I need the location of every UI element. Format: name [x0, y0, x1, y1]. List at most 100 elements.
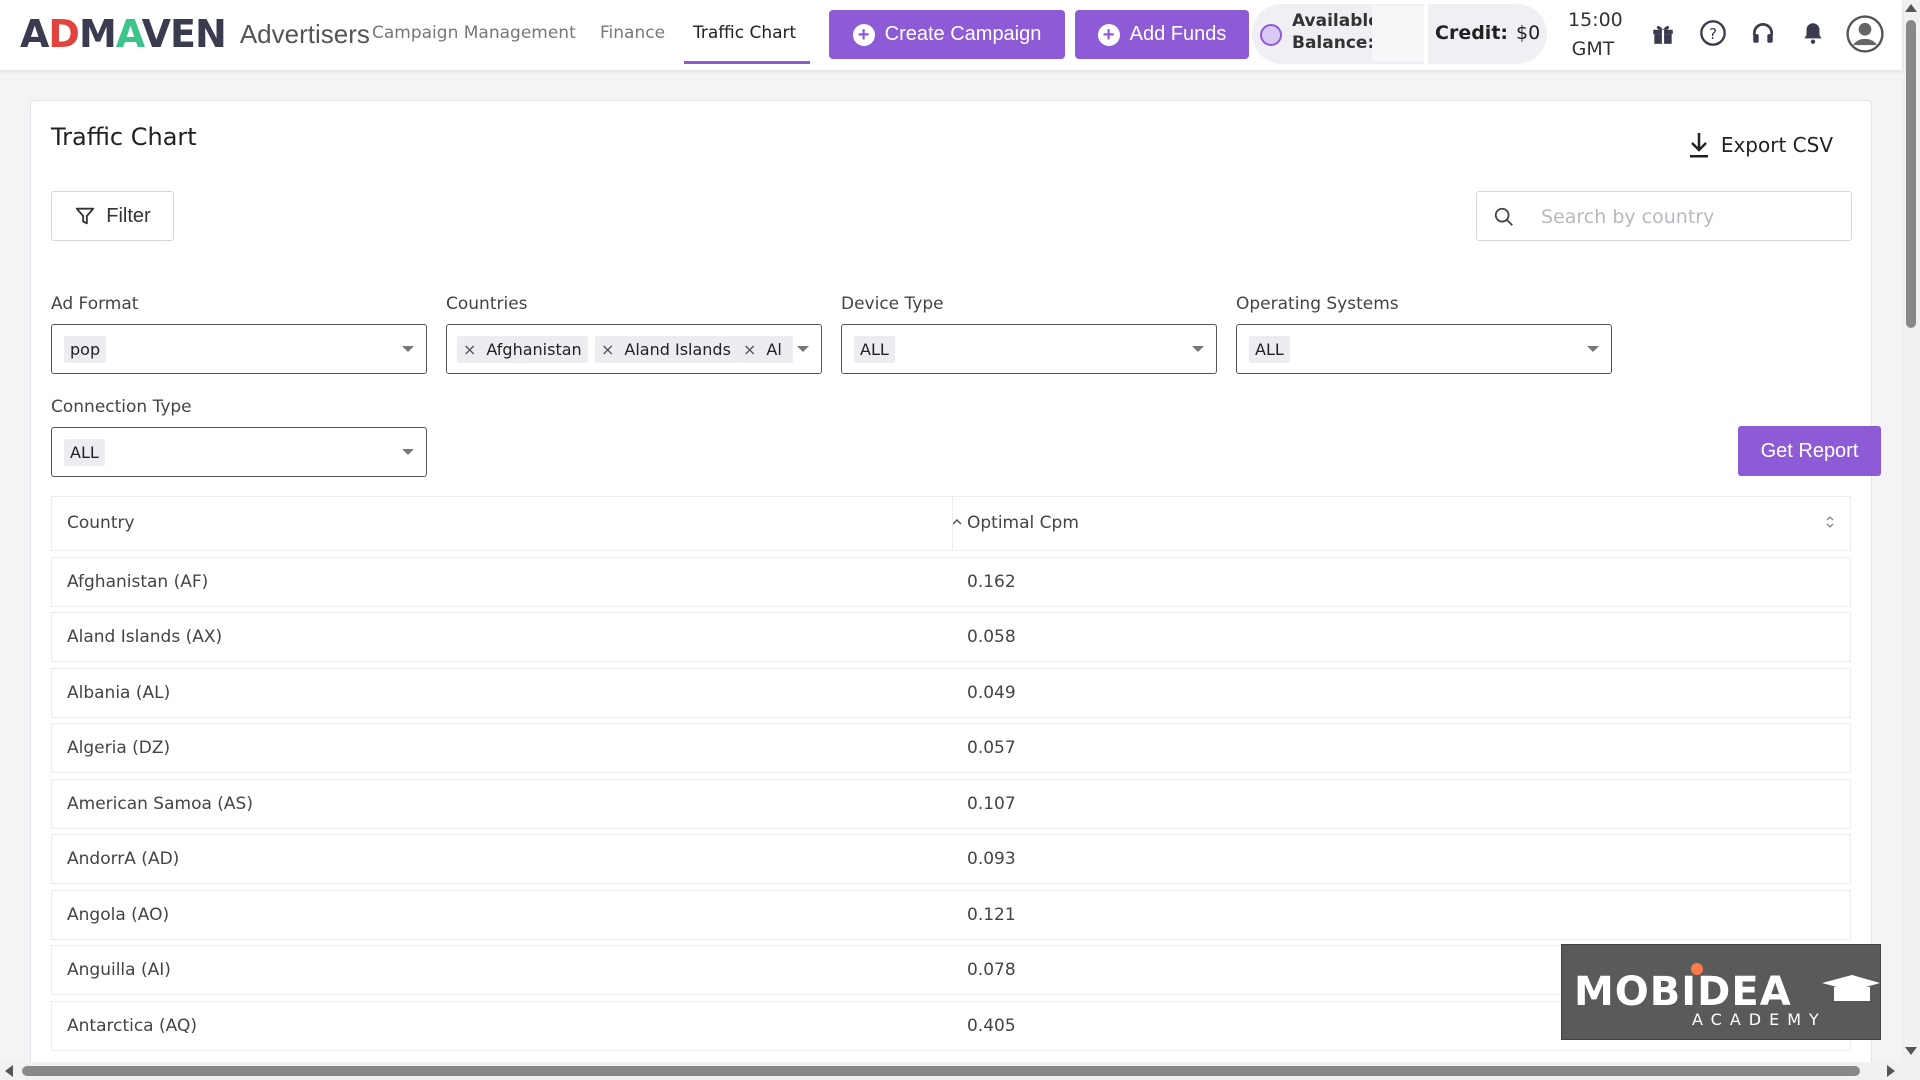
bell-icon[interactable]: [1798, 18, 1828, 48]
svg-text:?: ?: [1709, 25, 1717, 43]
country-chip[interactable]: × Al: [737, 336, 793, 363]
column-divider: [952, 497, 953, 550]
optimal-cpm-cell: 0.057: [967, 738, 1016, 758]
export-csv-button[interactable]: Export CSV: [1687, 131, 1833, 159]
credit-display: Credit: $0: [1435, 22, 1540, 44]
optimal-cpm-cell: 0.078: [967, 960, 1016, 980]
active-tab-indicator: [684, 61, 810, 64]
country-cell: Antarctica (AQ): [67, 1015, 197, 1036]
get-report-button[interactable]: Get Report: [1738, 426, 1881, 476]
time-display: 15:00 GMT: [1568, 9, 1623, 60]
optimal-cpm-cell: 0.405: [967, 1015, 1016, 1036]
country-cell: Afghanistan (AF): [67, 571, 209, 592]
countries-select[interactable]: × Afghanistan × Aland Islands × Al: [446, 324, 822, 374]
nav-traffic-chart[interactable]: Traffic Chart: [693, 0, 796, 66]
table-header: Country Optimal Cpm: [51, 496, 1851, 551]
country-cell: Aland Islands (AX): [67, 627, 223, 647]
device-type-label: Device Type: [841, 294, 944, 314]
search-icon: [1494, 207, 1513, 226]
optimal-cpm-cell: 0.121: [967, 904, 1016, 925]
traffic-chart-card: Traffic Chart Export CSV Filter Ad Forma…: [30, 100, 1881, 1080]
sort-icon[interactable]: [1824, 513, 1836, 531]
country-chip-label: Al: [766, 340, 782, 359]
scroll-left-arrow-icon[interactable]: [5, 1065, 13, 1077]
ad-format-value: pop: [64, 336, 107, 363]
table-row: Angola (AO) 0.121: [51, 889, 1851, 940]
nav-finance[interactable]: Finance: [600, 0, 665, 66]
balance-divider: [1424, 4, 1428, 64]
mobidea-logo: MOBIDEA ACADEMY: [1574, 963, 1880, 1029]
scroll-up-arrow-icon[interactable]: [1905, 4, 1917, 12]
operating-systems-label: Operating Systems: [1236, 294, 1399, 314]
nav-campaign-management[interactable]: Campaign Management: [372, 0, 576, 66]
remove-chip-icon[interactable]: ×: [743, 340, 756, 359]
country-chip[interactable]: × Aland Islands: [595, 336, 737, 363]
column-header-country[interactable]: Country: [67, 497, 135, 550]
balance-value-hidden: [1372, 6, 1424, 62]
table-row: Albania (AL) 0.049: [51, 667, 1851, 718]
countries-label: Countries: [446, 294, 528, 314]
optimal-cpm-cell: 0.093: [967, 849, 1016, 869]
svg-text:ACADEMY: ACADEMY: [1692, 1010, 1827, 1029]
operating-systems-value: ALL: [1249, 336, 1290, 363]
svg-text:MOBIDEA: MOBIDEA: [1574, 969, 1792, 1015]
top-bar: ADMAVEN Advertisers Campaign Management …: [0, 0, 1902, 70]
scroll-down-arrow-icon[interactable]: [1905, 1047, 1917, 1055]
chevron-down-icon: [402, 346, 414, 352]
plus-icon: +: [852, 23, 875, 46]
horizontal-scroll-thumb[interactable]: [22, 1066, 1860, 1076]
logo-subtitle: Advertisers: [239, 18, 370, 49]
remove-chip-icon[interactable]: ×: [601, 340, 614, 359]
table-row: AndorrA (AD) 0.093: [51, 834, 1851, 884]
country-chip-label: Afghanistan: [486, 340, 582, 359]
optimal-cpm-cell: 0.107: [967, 793, 1016, 814]
filter-button[interactable]: Filter: [51, 191, 174, 241]
chevron-down-icon: [1587, 346, 1599, 352]
device-type-select[interactable]: ALL: [841, 324, 1217, 374]
logo-wordmark: ADMAVEN: [20, 12, 227, 56]
remove-chip-icon[interactable]: ×: [463, 340, 476, 359]
table-row: Algeria (DZ) 0.057: [51, 723, 1851, 773]
create-campaign-label: Create Campaign: [884, 23, 1042, 45]
credit-value: $0: [1516, 22, 1541, 44]
search-input[interactable]: [1541, 204, 1841, 230]
filter-label: Filter: [106, 204, 151, 227]
country-chip-label: Aland Islands: [624, 340, 731, 359]
connection-type-label: Connection Type: [51, 397, 192, 417]
admaven-logo[interactable]: ADMAVEN Advertisers: [20, 12, 370, 56]
user-avatar-icon[interactable]: [1846, 15, 1884, 53]
page-title: Traffic Chart: [51, 123, 197, 151]
country-cell: Angola (AO): [67, 904, 170, 925]
gift-icon[interactable]: [1648, 18, 1678, 48]
table-row: American Samoa (AS) 0.107: [51, 778, 1851, 829]
add-funds-label: Add Funds: [1129, 23, 1227, 45]
add-funds-button[interactable]: + Add Funds: [1075, 10, 1249, 59]
plus-icon: +: [1097, 23, 1120, 46]
credit-label: Credit:: [1435, 22, 1508, 44]
country-cell: Albania (AL): [67, 682, 171, 703]
wallet-icon: [1260, 24, 1282, 46]
operating-systems-select[interactable]: ALL: [1236, 324, 1612, 374]
export-csv-label: Export CSV: [1720, 133, 1833, 157]
connection-type-value: ALL: [64, 439, 105, 466]
create-campaign-button[interactable]: + Create Campaign: [829, 10, 1065, 59]
chevron-down-icon: [1192, 346, 1204, 352]
filter-icon: [76, 207, 95, 225]
country-chip[interactable]: × Afghanistan: [457, 336, 588, 363]
country-cell: Anguilla (AI): [67, 960, 171, 980]
ad-format-label: Ad Format: [51, 294, 139, 314]
optimal-cpm-cell: 0.162: [967, 571, 1016, 592]
chevron-down-icon: [797, 346, 809, 352]
vertical-scroll-thumb[interactable]: [1906, 20, 1916, 328]
column-header-optimal-cpm[interactable]: Optimal Cpm: [967, 497, 1079, 550]
scroll-right-arrow-icon[interactable]: [1887, 1065, 1895, 1077]
chevron-down-icon: [402, 449, 414, 455]
help-icon[interactable]: ?: [1698, 18, 1728, 48]
country-cell: American Samoa (AS): [67, 793, 253, 814]
optimal-cpm-cell: 0.058: [967, 627, 1016, 647]
headset-icon[interactable]: [1748, 18, 1778, 48]
mobidea-academy-watermark: MOBIDEA ACADEMY: [1561, 944, 1881, 1040]
connection-type-select[interactable]: ALL: [51, 427, 427, 477]
download-icon: [1689, 133, 1708, 158]
ad-format-select[interactable]: pop: [51, 324, 427, 374]
